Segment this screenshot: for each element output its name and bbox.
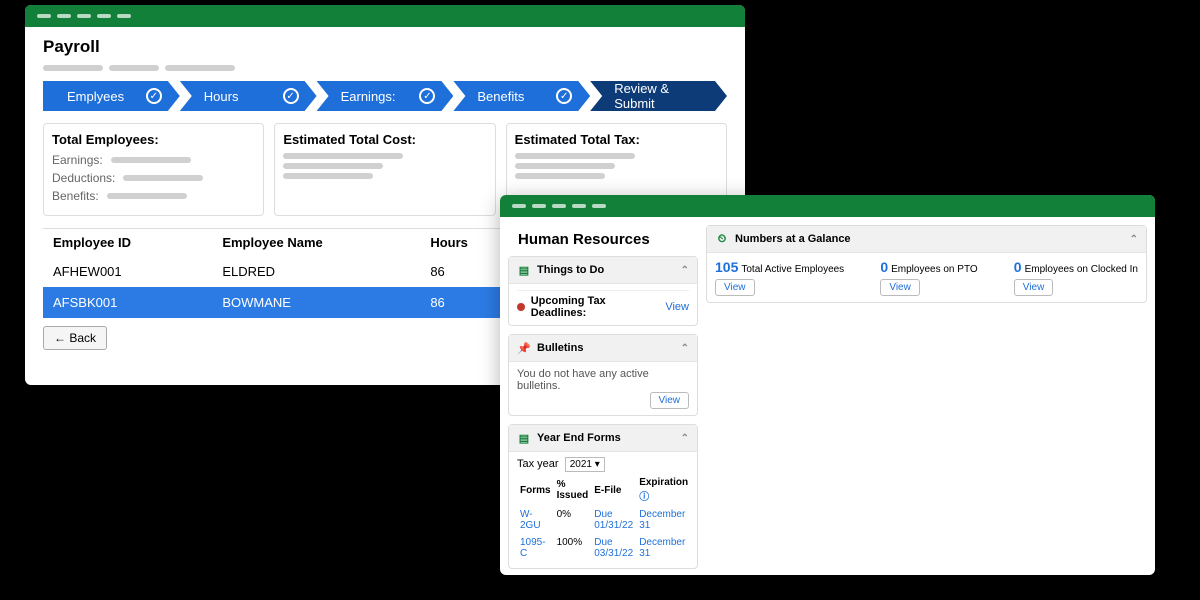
chevron-up-icon[interactable]: ⌃ [681, 433, 689, 444]
hr-window: Human Resources ▤Things to Do⌃ Upcoming … [500, 195, 1155, 575]
card-total-cost: Estimated Total Cost: [274, 123, 495, 216]
table-row[interactable]: W-2GU0%Due 01/31/22December 31 [517, 506, 691, 534]
panel-year-end-forms: ▤Year End Forms⌃ Tax year 2021 ▾ Forms% … [508, 424, 698, 569]
gauge-icon: ⏲ [715, 232, 729, 246]
taxyear-select[interactable]: 2021 ▾ [565, 457, 605, 472]
alert-icon [517, 303, 525, 311]
hr-title: Human Resources [508, 225, 698, 248]
document-icon: ▤ [517, 431, 531, 445]
back-button[interactable]: ← Back [43, 326, 107, 350]
step-employees[interactable]: Emplyees✓ [43, 81, 180, 111]
titlebar [25, 5, 745, 27]
table-row[interactable]: 1095-C100%Due 03/31/22December 31 [517, 534, 691, 562]
info-icon[interactable]: ⓘ [639, 492, 649, 503]
view-button[interactable]: View [880, 279, 920, 296]
check-icon: ✓ [283, 88, 299, 104]
check-icon: ✓ [419, 88, 435, 104]
chevron-up-icon[interactable]: ⌃ [1130, 234, 1138, 245]
check-icon: ✓ [146, 88, 162, 104]
check-icon: ✓ [556, 88, 572, 104]
step-benefits[interactable]: Benefits✓ [453, 81, 590, 111]
step-wizard: Emplyees✓ Hours✓ Earnings:✓ Benefits✓ Re… [43, 81, 727, 111]
view-button[interactable]: View [650, 392, 690, 409]
view-button[interactable]: View [715, 279, 755, 296]
step-hours[interactable]: Hours✓ [180, 81, 317, 111]
chevron-up-icon[interactable]: ⌃ [681, 265, 689, 276]
view-link[interactable]: View [665, 301, 689, 313]
view-button[interactable]: View [1014, 279, 1054, 296]
pin-icon: 📌 [517, 341, 531, 355]
step-review[interactable]: Review & Submit [590, 81, 727, 111]
document-icon: ▤ [517, 263, 531, 277]
panel-numbers: ⏲Numbers at a Galance⌃ 105Total Active E… [706, 225, 1147, 303]
step-earnings[interactable]: Earnings:✓ [317, 81, 454, 111]
panel-bulletins: 📌Bulletins⌃ You do not have any active b… [508, 334, 698, 416]
card-total-employees: Total Employees: Earnings: Deductions: B… [43, 123, 264, 216]
chevron-up-icon[interactable]: ⌃ [681, 343, 689, 354]
panel-things-to-do: ▤Things to Do⌃ Upcoming Tax Deadlines: V… [508, 256, 698, 326]
page-title: Payroll [43, 37, 727, 57]
titlebar [500, 195, 1155, 217]
